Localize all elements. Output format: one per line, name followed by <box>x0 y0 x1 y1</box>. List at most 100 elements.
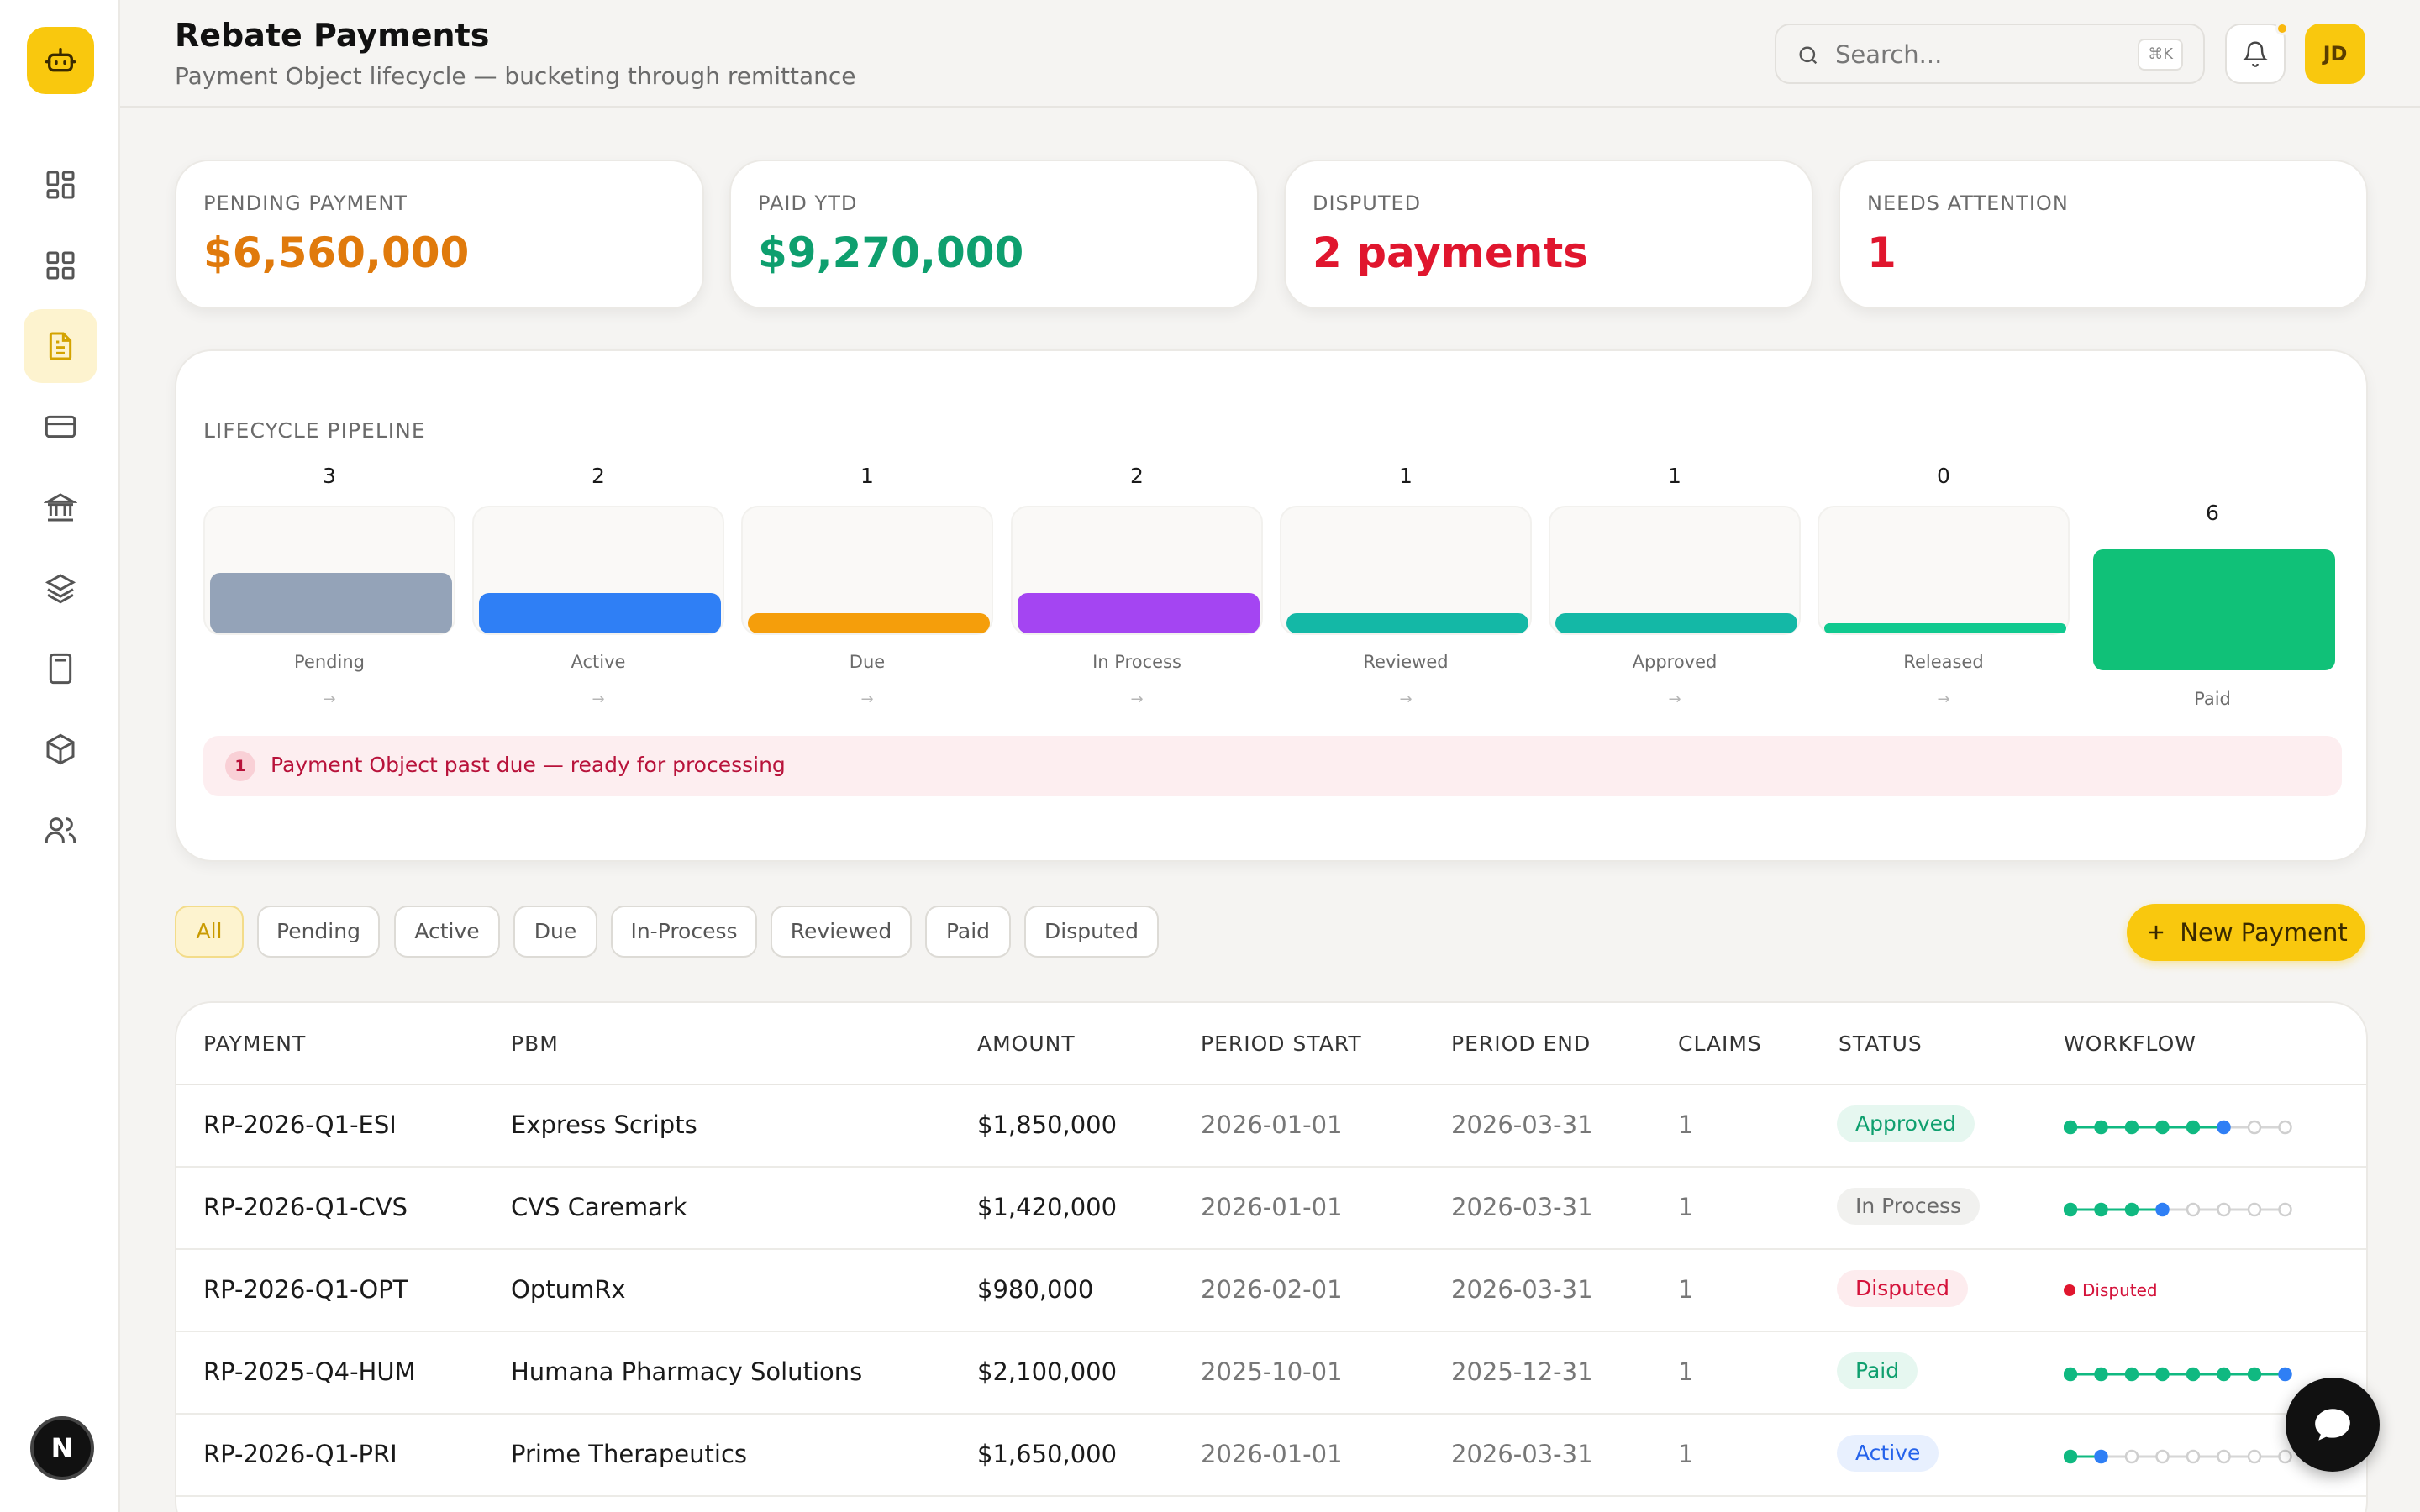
bank-icon <box>44 493 77 522</box>
workflow-step-dot <box>2278 1367 2292 1382</box>
column-header[interactable]: PBM <box>511 1032 559 1056</box>
stage-bar <box>479 593 721 633</box>
column-header[interactable]: PERIOD END <box>1451 1032 1591 1056</box>
stat-label: PAID YTD <box>758 192 858 215</box>
app-logo[interactable] <box>27 27 94 94</box>
stage-arrow-icon: → <box>1130 690 1144 708</box>
table-row[interactable]: RP-2026-Q1-CVS CVS Caremark $1,420,000 2026… <box>176 1168 2366 1250</box>
stage-bar <box>1286 613 1528 633</box>
stage-count: 3 <box>323 464 336 488</box>
workflow-step-dot <box>2186 1120 2201 1135</box>
cell-claims: 1 <box>1678 1193 1694 1221</box>
workflow-progress <box>2064 1367 2292 1382</box>
stat-value: $9,270,000 <box>758 228 1024 277</box>
workflow-step-dot <box>2064 1202 2078 1217</box>
status-badge: Approved <box>1837 1105 1975 1142</box>
cell-claims: 1 <box>1678 1440 1694 1468</box>
nav-dashboard[interactable] <box>24 148 97 222</box>
workflow-label: Disputed <box>2082 1280 2158 1300</box>
nav-calculator[interactable] <box>24 632 97 706</box>
plus-icon <box>2149 925 2164 940</box>
cell-payment: RP-2026-Q1-ESI <box>203 1110 397 1139</box>
stage-name: Approved <box>1632 652 1718 672</box>
column-header[interactable]: PERIOD START <box>1201 1032 1362 1056</box>
cell-start: 2026-01-01 <box>1201 1193 1343 1221</box>
workflow-step-dot <box>2186 1202 2201 1217</box>
workflow-step-dot <box>2124 1120 2139 1135</box>
filter-tab-due[interactable]: Due <box>513 906 597 958</box>
stat-card-disputed: DISPUTED 2 payments <box>1284 160 1813 309</box>
filter-tab-all[interactable]: All <box>175 906 244 958</box>
column-header[interactable]: PAYMENT <box>203 1032 306 1056</box>
stage-arrow-icon: → <box>860 690 874 708</box>
workflow-step-dot <box>2217 1449 2231 1464</box>
workflow-step-dot <box>2094 1367 2108 1382</box>
nav-grid[interactable] <box>24 228 97 302</box>
nav-layers[interactable] <box>24 551 97 625</box>
cell-claims: 1 <box>1678 1357 1694 1386</box>
nav-payments[interactable] <box>24 390 97 464</box>
document-icon <box>49 332 72 360</box>
filter-tab-reviewed[interactable]: Reviewed <box>771 906 912 958</box>
nav-rebate-payments[interactable] <box>24 309 97 383</box>
filter-tab-disputed[interactable]: Disputed <box>1024 906 1159 958</box>
cell-pbm: Prime Therapeutics <box>511 1440 748 1468</box>
workflow-step-dot <box>2186 1449 2201 1464</box>
column-header[interactable]: STATUS <box>1839 1032 1923 1056</box>
stage-name: In Process <box>1092 652 1181 672</box>
column-header[interactable]: WORKFLOW <box>2064 1032 2196 1056</box>
stage-arrow-icon: → <box>1937 690 1950 708</box>
nav-package[interactable] <box>24 712 97 786</box>
workflow-progress <box>2064 1120 2292 1135</box>
workflow-step-dot <box>2247 1367 2262 1382</box>
filter-tab-active[interactable]: Active <box>394 906 500 958</box>
stage-bar <box>1555 613 1797 633</box>
cell-end: 2026-03-31 <box>1451 1193 1593 1221</box>
cell-payment: RP-2026-Q1-OPT <box>203 1275 408 1304</box>
stage-bar <box>210 573 452 633</box>
workflow-step-dot <box>2217 1120 2231 1135</box>
workflow-step-dot <box>2094 1120 2108 1135</box>
past-due-alert[interactable]: 1 Payment Object past due — ready for pr… <box>203 736 2342 796</box>
workflow-step-dot <box>2247 1120 2262 1135</box>
workflow-step-dot <box>2278 1120 2292 1135</box>
chat-button[interactable] <box>2286 1378 2380 1472</box>
workflow-step-dot <box>2247 1202 2262 1217</box>
stat-card-pending: PENDING PAYMENT $6,560,000 <box>175 160 704 309</box>
stage-track <box>1818 506 2070 635</box>
stage-name: Active <box>571 652 626 672</box>
nav-bank[interactable] <box>24 470 97 544</box>
notifications-button[interactable] <box>2225 22 2289 84</box>
cell-end: 2025-12-31 <box>1451 1357 1593 1386</box>
column-header[interactable]: CLAIMS <box>1678 1032 1762 1056</box>
table-row[interactable]: RP-2026-Q1-OPT OptumRx $980,000 2026-02-01 2… <box>176 1250 2366 1332</box>
cell-amount: $2,100,000 <box>977 1357 1118 1386</box>
user-avatar[interactable]: JD <box>2305 24 2365 84</box>
filter-tab-in-process[interactable]: In-Process <box>611 906 757 958</box>
stage-count: 2 <box>1130 464 1144 488</box>
table-row[interactable]: RP-2026-Q1-PRI Prime Therapeutics $1,650,0… <box>176 1415 2366 1497</box>
new-payment-button[interactable]: New Payment <box>2127 904 2365 961</box>
cell-claims: 1 <box>1678 1275 1694 1304</box>
status-badge: Paid <box>1837 1352 1918 1389</box>
filter-tab-paid[interactable]: Paid <box>925 906 1011 958</box>
cell-end: 2026-03-31 <box>1451 1110 1593 1139</box>
workspace-avatar[interactable]: N <box>30 1416 94 1480</box>
lifecycle-pipeline-card: LIFECYCLE PIPELINE 3 Pending → 2 Active → 1 Due… <box>175 349 2368 862</box>
cell-start: 2026-01-01 <box>1201 1440 1343 1468</box>
cell-pbm: Express Scripts <box>511 1110 697 1139</box>
stage-name: Paid <box>2194 689 2231 709</box>
cell-start: 2025-10-01 <box>1201 1357 1343 1386</box>
search-input[interactable]: Search... ⌘K <box>1775 24 2205 84</box>
filter-tab-pending[interactable]: Pending <box>257 906 380 958</box>
column-header[interactable]: AMOUNT <box>977 1032 1076 1056</box>
stage-arrow-icon: → <box>1399 690 1413 708</box>
dashboard-icon <box>46 171 75 199</box>
table-row[interactable]: RP-2025-Q4-HUM Humana Pharmacy Solutions $… <box>176 1332 2366 1415</box>
workflow-step-dot <box>2186 1367 2201 1382</box>
workflow-step-dot <box>2124 1449 2139 1464</box>
table-row[interactable]: RP-2026-Q1-ESI Express Scripts $1,850,000 2… <box>176 1085 2366 1168</box>
workflow-step-dot <box>2155 1449 2170 1464</box>
nav-users[interactable] <box>24 793 97 867</box>
cell-payment: RP-2025-Q4-HUM <box>203 1357 416 1386</box>
